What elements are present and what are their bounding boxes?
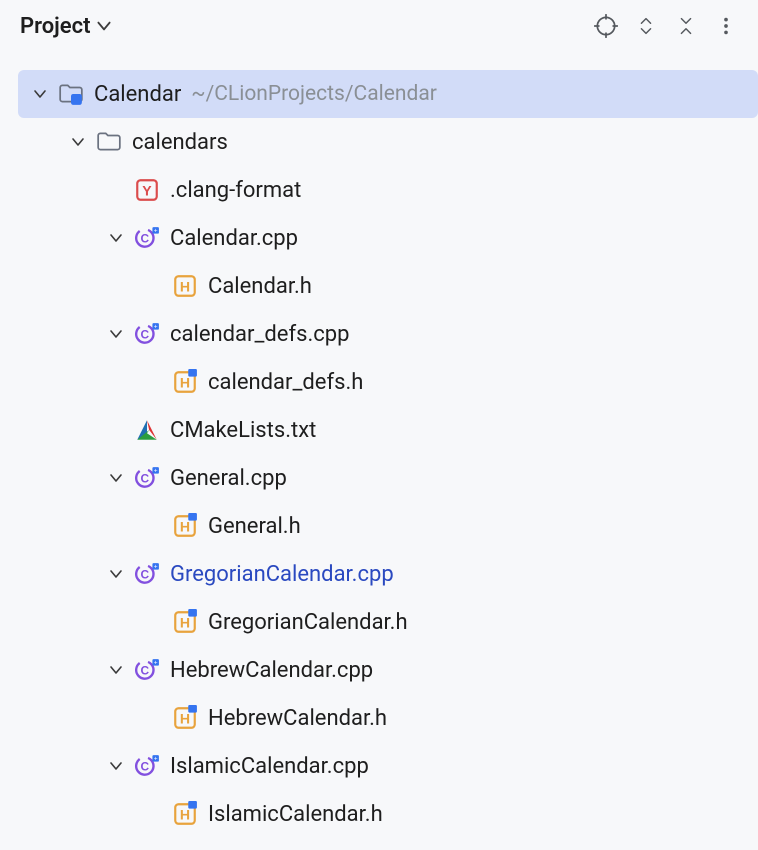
- cmake-icon: [134, 417, 160, 443]
- folder-module-icon: [58, 81, 84, 107]
- twisty-icon[interactable]: [104, 658, 128, 682]
- node-label: IslamicCalendar.cpp: [170, 754, 369, 779]
- node-label: calendars: [132, 130, 228, 155]
- project-tree: Calendar ~/CLionProjects/Calendar calendar…: [0, 52, 758, 838]
- node-label: CMakeLists.txt: [170, 418, 316, 443]
- node-label: Calendar: [94, 82, 181, 107]
- twisty-icon[interactable]: [66, 130, 90, 154]
- tree-row[interactable]: H Calendar.h: [18, 262, 758, 310]
- svg-text:+: +: [154, 228, 158, 235]
- tree-row[interactable]: H HebrewCalendar.h: [18, 694, 758, 742]
- twisty-icon[interactable]: [104, 754, 128, 778]
- svg-text:C: C: [141, 231, 150, 245]
- node-label: calendar_defs.cpp: [170, 322, 350, 347]
- cpp-icon: C+: [134, 657, 160, 683]
- expand-icon[interactable]: [626, 6, 666, 46]
- twisty-icon[interactable]: [28, 82, 52, 106]
- yaml-icon: Y: [134, 177, 160, 203]
- node-label: .clang-format: [170, 178, 301, 203]
- more-icon[interactable]: [706, 6, 746, 46]
- tree-row[interactable]: calendars: [18, 118, 758, 166]
- collapse-icon[interactable]: [666, 6, 706, 46]
- cpp-icon: C+: [134, 321, 160, 347]
- cpp-icon: C+: [134, 225, 160, 251]
- svg-text:+: +: [154, 468, 158, 475]
- svg-text:C: C: [141, 567, 150, 581]
- svg-text:H: H: [180, 806, 190, 822]
- node-label: General.cpp: [170, 466, 287, 491]
- cpp-icon: C+: [134, 561, 160, 587]
- svg-text:+: +: [154, 564, 158, 571]
- node-label: GregorianCalendar.cpp: [170, 562, 394, 587]
- header-tab-icon: H: [172, 705, 198, 731]
- project-toolbar: Project: [0, 0, 758, 52]
- node-label: Calendar.cpp: [170, 226, 298, 251]
- header-tab-icon: H: [172, 801, 198, 827]
- tree-row[interactable]: C+HebrewCalendar.cpp: [18, 646, 758, 694]
- svg-text:C: C: [141, 471, 150, 485]
- chevron-down-icon[interactable]: [95, 17, 113, 35]
- tree-row[interactable]: CMakeLists.txt: [18, 406, 758, 454]
- svg-text:H: H: [180, 614, 190, 630]
- node-label: calendar_defs.h: [208, 370, 363, 395]
- header-tab-icon: H: [172, 609, 198, 635]
- node-label: IslamicCalendar.h: [208, 802, 383, 827]
- twisty-icon[interactable]: [104, 322, 128, 346]
- node-label: HebrewCalendar.cpp: [170, 658, 373, 683]
- header-tab-icon: H: [172, 369, 198, 395]
- tree-row[interactable]: H General.h: [18, 502, 758, 550]
- node-path: ~/CLionProjects/Calendar: [191, 82, 437, 106]
- tree-row[interactable]: C+calendar_defs.cpp: [18, 310, 758, 358]
- svg-text:H: H: [180, 374, 190, 390]
- cpp-icon: C+: [134, 753, 160, 779]
- node-label: HebrewCalendar.h: [208, 706, 387, 731]
- folder-icon: [96, 129, 122, 155]
- twisty-icon[interactable]: [104, 466, 128, 490]
- svg-text:H: H: [180, 518, 190, 534]
- tree-row[interactable]: C+Calendar.cpp: [18, 214, 758, 262]
- header-tab-icon: H: [172, 513, 198, 539]
- project-title[interactable]: Project: [20, 14, 91, 39]
- twisty-icon[interactable]: [104, 226, 128, 250]
- tree-row[interactable]: C+General.cpp: [18, 454, 758, 502]
- tree-row[interactable]: Hcalendar_defs.h: [18, 358, 758, 406]
- tree-row[interactable]: Calendar ~/CLionProjects/Calendar: [18, 70, 758, 118]
- svg-text:C: C: [141, 663, 150, 677]
- header-icon: H: [172, 273, 198, 299]
- cpp-icon: C+: [134, 465, 160, 491]
- node-label: General.h: [208, 514, 301, 539]
- svg-text:+: +: [154, 324, 158, 331]
- svg-text:H: H: [180, 710, 190, 726]
- tree-row[interactable]: C+IslamicCalendar.cpp: [18, 742, 758, 790]
- svg-text:+: +: [154, 756, 158, 763]
- node-label: GregorianCalendar.h: [208, 610, 408, 635]
- svg-text:Y: Y: [142, 182, 152, 198]
- svg-text:C: C: [141, 759, 150, 773]
- svg-text:H: H: [180, 278, 190, 294]
- twisty-icon[interactable]: [104, 562, 128, 586]
- tree-row[interactable]: Y .clang-format: [18, 166, 758, 214]
- tree-row[interactable]: C+GregorianCalendar.cpp: [18, 550, 758, 598]
- svg-text:+: +: [154, 660, 158, 667]
- tree-row[interactable]: H GregorianCalendar.h: [18, 598, 758, 646]
- svg-text:C: C: [141, 327, 150, 341]
- target-icon[interactable]: [586, 6, 626, 46]
- tree-row[interactable]: H IslamicCalendar.h: [18, 790, 758, 838]
- node-label: Calendar.h: [208, 274, 312, 299]
